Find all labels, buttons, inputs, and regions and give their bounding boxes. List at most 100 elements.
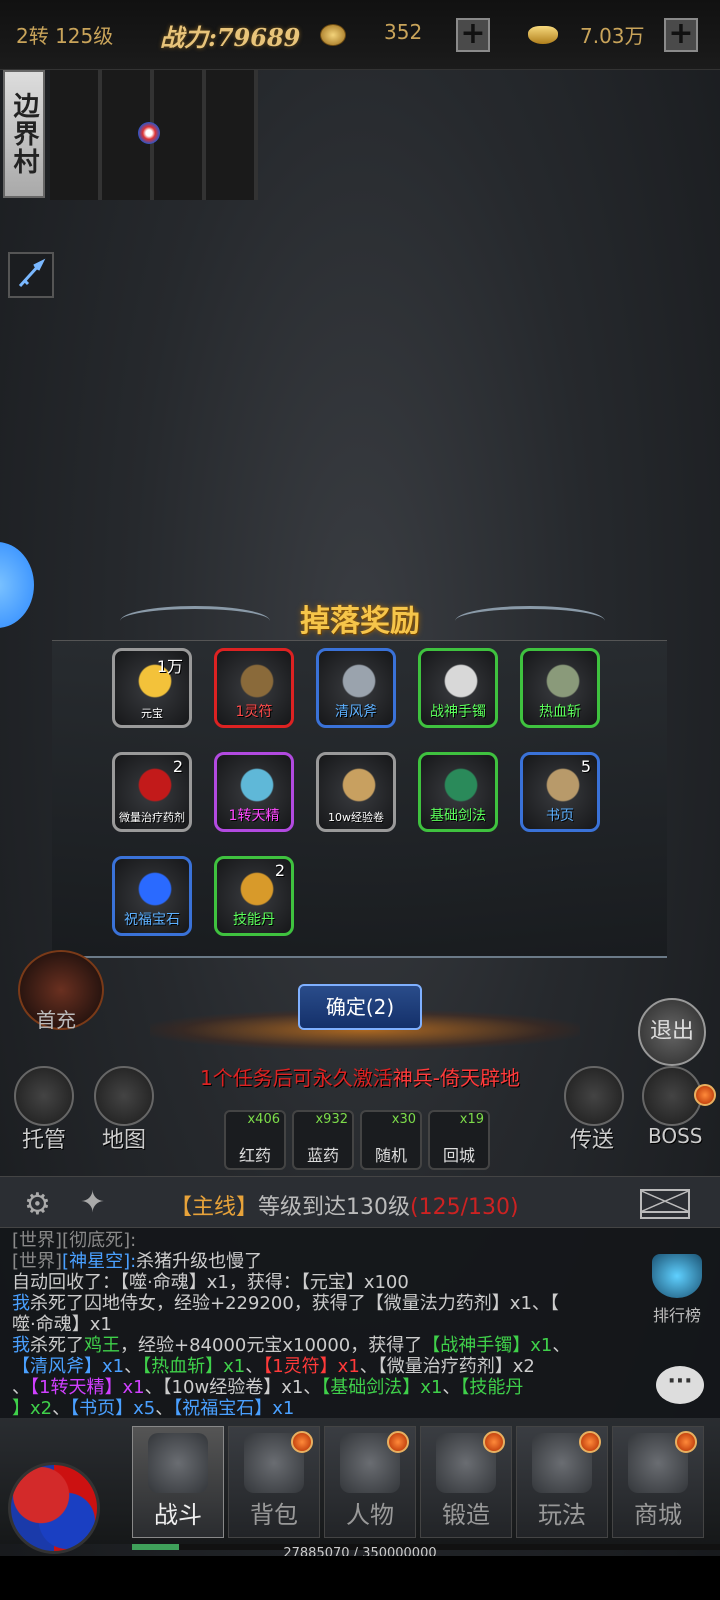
chat-line: 噬·命魂】x1 — [12, 1314, 112, 1335]
tab-shop[interactable]: 商城 — [612, 1426, 704, 1538]
drop-item[interactable]: 2 技能丹 — [214, 856, 294, 936]
chat-line: 】x2、【书页】x5、【祝福宝石】x1 — [12, 1398, 295, 1418]
coin-icon — [320, 24, 346, 46]
tab-label: 背包 — [250, 1501, 298, 1529]
battle-icon — [148, 1433, 208, 1493]
item-icon — [135, 765, 175, 805]
tab-gameplay[interactable]: 玩法 — [516, 1426, 608, 1538]
item-icon — [543, 765, 583, 805]
map-name[interactable]: 边界村 — [3, 70, 45, 198]
item-name: 清风斧 — [335, 704, 377, 720]
coin-amount: 352 — [384, 20, 423, 44]
item-name: 1灵符 — [235, 704, 273, 720]
drop-item[interactable]: 1灵符 — [214, 648, 294, 728]
chat-bubble-icon[interactable]: ··· — [656, 1366, 704, 1404]
teleport-label[interactable]: 传送 — [570, 1122, 614, 1154]
chat-line: 【清风斧】x1、【热血斩】x1、【1灵符】x1、【微量治疗药剂】x2 — [12, 1356, 535, 1377]
add-ingot-button[interactable]: + — [664, 18, 698, 52]
drop-item[interactable]: 10w经验卷 — [316, 752, 396, 832]
teleport-scroll-icon[interactable] — [564, 1066, 624, 1126]
item-name: 热血斩 — [539, 704, 581, 720]
player-level: 2转 125级 — [16, 24, 114, 48]
drop-item[interactable]: 基础剑法 — [418, 752, 498, 832]
tab-bag[interactable]: 背包 — [228, 1426, 320, 1538]
quest-tag: 【主线】 — [170, 1195, 259, 1220]
notice-weapon-name: 神兵-倚天辟地 — [392, 1066, 520, 1090]
minimap[interactable] — [50, 70, 258, 200]
chat-line: 、【1转天精】x1、【10w经验卷】x1、【基础剑法】x1、【技能丹 — [12, 1377, 524, 1398]
tab-battle[interactable]: 战斗 — [132, 1426, 224, 1538]
item-count: 2 — [172, 757, 183, 776]
boss-skull-icon[interactable] — [642, 1066, 702, 1126]
drop-item[interactable]: 1万 元宝 — [112, 648, 192, 728]
tab-forge[interactable]: 锻造 — [420, 1426, 512, 1538]
game-screen: 2转 125级 战力:79689 352 + 7.03万 + 边界村 掉落奖励 … — [0, 0, 720, 1600]
exit-button[interactable]: 退出 — [638, 998, 706, 1066]
add-coin-button[interactable]: + — [456, 18, 490, 52]
item-icon — [237, 661, 277, 701]
yin-yang-orb-icon[interactable] — [8, 1462, 100, 1554]
potion-name: 红药 — [238, 1146, 271, 1165]
item-icon — [339, 661, 379, 701]
map-label[interactable]: 地图 — [102, 1122, 146, 1154]
player-marker-icon — [138, 122, 160, 144]
potion-slot-town[interactable]: x19 回城 — [428, 1110, 490, 1170]
strength-icon[interactable]: ✦ — [80, 1185, 105, 1220]
item-icon — [339, 765, 379, 805]
leaderboard-button[interactable]: 排行榜 — [642, 1254, 712, 1334]
notice-text: 1个任务后可永久激活 — [200, 1066, 393, 1090]
tab-label: 锻造 — [442, 1501, 490, 1529]
ingot-icon — [528, 26, 558, 44]
skill-shortcut-button[interactable] — [8, 252, 54, 298]
tab-label: 商城 — [634, 1501, 682, 1529]
potion-slot-random[interactable]: x30 随机 — [360, 1110, 422, 1170]
system-bar — [0, 1556, 720, 1600]
item-name: 1转天精 — [228, 808, 280, 824]
leaderboard-label: 排行榜 — [652, 1306, 701, 1325]
confirm-button[interactable]: 确定(2) — [298, 984, 422, 1030]
potion-count: x19 — [459, 1112, 484, 1127]
chat-line: 我杀死了囚地侍女，经验+229200，获得了【微量法力药剂】x1、【 — [12, 1293, 559, 1314]
drop-item[interactable]: 战神手镯 — [418, 648, 498, 728]
drop-item[interactable]: 清风斧 — [316, 648, 396, 728]
mail-icon[interactable] — [640, 1189, 690, 1219]
map-icon[interactable] — [94, 1066, 154, 1126]
drop-item[interactable]: 1转天精 — [214, 752, 294, 832]
tab-label: 战斗 — [154, 1501, 202, 1529]
potion-name: 蓝药 — [306, 1146, 339, 1165]
item-name: 祝福宝石 — [124, 912, 180, 928]
chat-log[interactable]: [世界][彻底死]: [世界][神星空]:杀猪升级也慢了 自动回收了：【噬·命魂… — [0, 1228, 720, 1418]
chat-line: [世界][神星空]:杀猪升级也慢了 — [12, 1251, 263, 1272]
boss-label[interactable]: BOSS — [648, 1124, 703, 1148]
gear-icon[interactable]: ⚙ — [24, 1187, 51, 1222]
notify-dot — [579, 1431, 601, 1453]
main-quest-text[interactable]: 【主线】等级到达130级(125/130) — [170, 1189, 519, 1221]
potion-count: x406 — [247, 1112, 280, 1127]
drop-reward-title: 掉落奖励 — [300, 604, 420, 639]
ingot-amount: 7.03万 — [580, 24, 645, 48]
notify-dot — [291, 1431, 313, 1453]
auto-battle-label[interactable]: 托管 — [22, 1122, 66, 1154]
quest-bar[interactable]: ⚙ ✦ 【主线】等级到达130级(125/130) — [0, 1176, 720, 1228]
potion-slot-blue[interactable]: x932 蓝药 — [292, 1110, 354, 1170]
potion-name: 回城 — [442, 1146, 475, 1165]
item-name: 书页 — [546, 808, 574, 824]
drop-item[interactable]: 2 微量治疗药剂 — [112, 752, 192, 832]
quest-progress: (125/130) — [410, 1195, 519, 1220]
first-recharge-label[interactable]: 首充 — [36, 1004, 76, 1033]
sword-icon — [18, 258, 46, 288]
item-name: 战神手镯 — [430, 704, 486, 720]
item-name: 元宝 — [141, 707, 163, 720]
drop-item[interactable]: 5 书页 — [520, 752, 600, 832]
drop-item[interactable]: 热血斩 — [520, 648, 600, 728]
item-icon — [135, 869, 175, 909]
potion-name: 随机 — [374, 1146, 407, 1165]
potion-count: x30 — [391, 1112, 416, 1127]
item-icon — [441, 661, 481, 701]
gamepad-icon[interactable] — [14, 1066, 74, 1126]
potion-slot-red[interactable]: x406 红药 — [224, 1110, 286, 1170]
item-icon — [441, 765, 481, 805]
drop-item[interactable]: 祝福宝石 — [112, 856, 192, 936]
item-name: 微量治疗药剂 — [119, 811, 185, 824]
tab-character[interactable]: 人物 — [324, 1426, 416, 1538]
